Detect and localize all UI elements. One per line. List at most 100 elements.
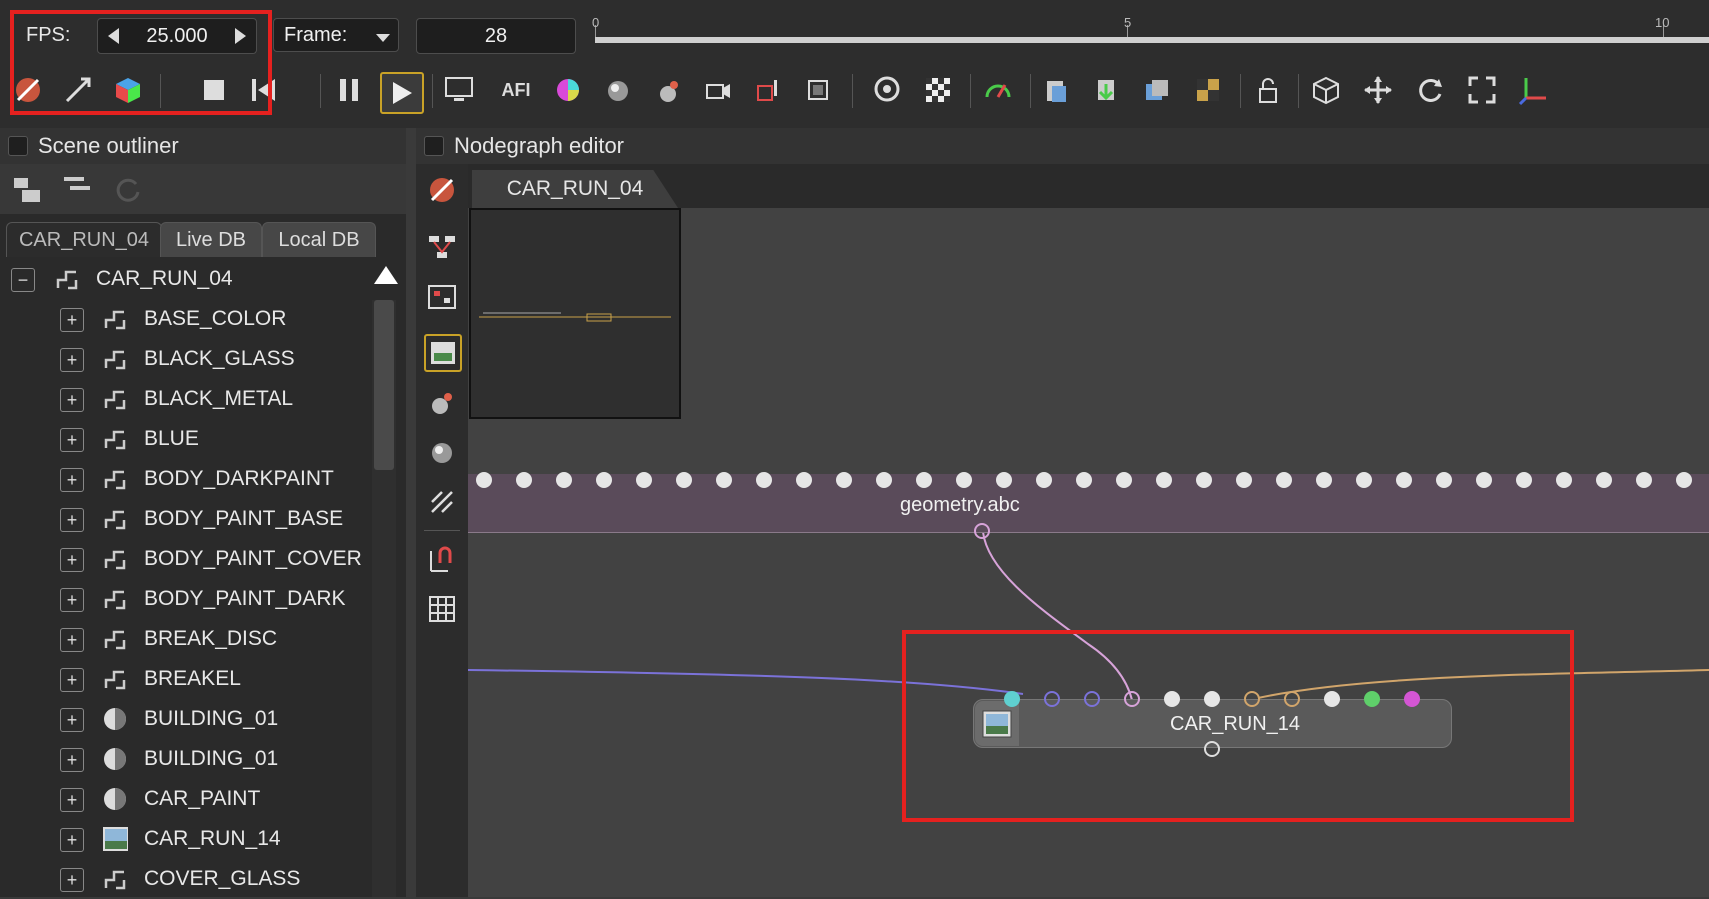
light-icon[interactable] xyxy=(652,74,684,106)
tree-item[interactable]: + CAR_PAINT xyxy=(0,779,380,819)
tab-live-db[interactable]: Live DB xyxy=(160,222,262,257)
timeline-slider[interactable]: 0 5 10 xyxy=(592,15,1709,43)
rotate-icon[interactable] xyxy=(1414,74,1446,106)
expand-icon[interactable]: + xyxy=(60,668,84,692)
geometry-input-pin[interactable] xyxy=(1596,472,1612,488)
geometry-input-pin[interactable] xyxy=(1316,472,1332,488)
tree-item[interactable]: + BASE_COLOR xyxy=(0,299,380,339)
geometry-input-pin[interactable] xyxy=(716,472,732,488)
expand-icon[interactable]: + xyxy=(60,588,84,612)
tree-item-label[interactable]: BLUE xyxy=(144,427,199,451)
nodegraph-minimap[interactable] xyxy=(469,208,681,419)
tree-item-label[interactable]: BODY_PAINT_COVER xyxy=(144,547,362,571)
geometry-input-pin[interactable] xyxy=(596,472,612,488)
geometry-input-pin[interactable] xyxy=(796,472,812,488)
geometry-input-pin[interactable] xyxy=(1116,472,1132,488)
tree-item[interactable]: + BODY_PAINT_COVER xyxy=(0,539,380,579)
tab-nodegraph-car-run-04[interactable]: CAR_RUN_04 xyxy=(472,170,678,208)
tree-item[interactable]: + BODY_PAINT_BASE xyxy=(0,499,380,539)
checkerboard-icon[interactable] xyxy=(922,74,954,106)
expand-icon[interactable]: + xyxy=(60,788,84,812)
frame-dropdown[interactable]: Frame: xyxy=(273,18,399,52)
geometry-input-pin[interactable] xyxy=(1156,472,1172,488)
geometry-output-pin[interactable] xyxy=(974,523,990,539)
material-sphere-icon[interactable] xyxy=(602,74,634,106)
refresh-icon[interactable] xyxy=(114,176,142,209)
scroll-up-icon[interactable] xyxy=(374,266,398,284)
frame-value[interactable]: 28 xyxy=(485,25,507,48)
tree-item-label[interactable]: BLACK_GLASS xyxy=(144,347,295,371)
tree-item-label[interactable]: BUILDING_01 xyxy=(144,707,278,731)
tree-item[interactable]: + BUILDING_01 xyxy=(0,739,380,779)
expand-icon[interactable]: + xyxy=(60,428,84,452)
tree-item-label[interactable]: CAR_RUN_14 xyxy=(144,827,281,851)
geometry-input-pin[interactable] xyxy=(1396,472,1412,488)
fullscreen-icon[interactable] xyxy=(1466,74,1498,106)
geometry-input-pin[interactable] xyxy=(1076,472,1092,488)
tree-item[interactable]: + CAR_RUN_14 xyxy=(0,819,380,859)
tab-car-run-04[interactable]: CAR_RUN_04 xyxy=(6,222,162,257)
geometry-input-pin[interactable] xyxy=(516,472,532,488)
object-layer-icon[interactable] xyxy=(752,74,784,106)
geometry-input-pin[interactable] xyxy=(1196,472,1212,488)
geometry-input-pin[interactable] xyxy=(1356,472,1372,488)
frame-input[interactable]: 28 xyxy=(416,18,576,54)
tree-item-label[interactable]: BODY_PAINT_BASE xyxy=(144,507,343,531)
geometry-input-pin[interactable] xyxy=(1436,472,1452,488)
tab-local-db[interactable]: Local DB xyxy=(262,222,376,257)
expand-icon[interactable]: + xyxy=(60,708,84,732)
scene-outliner-checkbox[interactable] xyxy=(8,136,28,156)
expand-icon[interactable]: + xyxy=(60,548,84,572)
tree-item-label[interactable]: BLACK_METAL xyxy=(144,387,293,411)
paste-icon[interactable] xyxy=(1040,74,1072,106)
preview-image-icon[interactable] xyxy=(1192,74,1224,106)
node-layout-icon[interactable] xyxy=(424,279,460,315)
geometry-input-pin[interactable] xyxy=(876,472,892,488)
expand-icon[interactable]: + xyxy=(60,508,84,532)
geometry-input-pin[interactable] xyxy=(1516,472,1532,488)
geometry-input-pin[interactable] xyxy=(996,472,1012,488)
expand-icon[interactable]: + xyxy=(60,348,84,372)
geometry-input-pin[interactable] xyxy=(756,472,772,488)
tree-root[interactable]: − CAR_RUN_04 xyxy=(0,259,380,299)
lock-icon[interactable] xyxy=(1252,74,1284,106)
transform-icon[interactable] xyxy=(802,74,834,106)
geometry-input-pin[interactable] xyxy=(1676,472,1692,488)
expand-icon[interactable]: + xyxy=(60,308,84,332)
tree-item[interactable]: + BLACK_METAL xyxy=(0,379,380,419)
import-icon[interactable] xyxy=(1090,74,1122,106)
scroll-thumb[interactable] xyxy=(374,300,394,470)
geometry-input-pin[interactable] xyxy=(916,472,932,488)
collapse-icon[interactable]: − xyxy=(11,268,35,292)
geometry-input-pin[interactable] xyxy=(1036,472,1052,488)
tree-item[interactable]: + BREAKEL xyxy=(0,659,380,699)
display-icon[interactable] xyxy=(443,74,475,106)
expand-icon[interactable]: + xyxy=(60,388,84,412)
tree-item-label[interactable]: COVER_GLASS xyxy=(144,867,300,891)
expand-icon[interactable]: + xyxy=(60,748,84,772)
tree-item[interactable]: + BLACK_GLASS xyxy=(0,339,380,379)
speed-gauge-icon[interactable] xyxy=(982,74,1014,106)
node-tree-icon[interactable] xyxy=(424,229,460,265)
geometry-input-pin[interactable] xyxy=(476,472,492,488)
material-sphere-icon[interactable] xyxy=(424,434,460,470)
tree-item[interactable]: + BREAK_DISC xyxy=(0,619,380,659)
geometry-input-pin[interactable] xyxy=(636,472,652,488)
tree-item[interactable]: + BLUE xyxy=(0,419,380,459)
geometry-input-pin[interactable] xyxy=(1636,472,1652,488)
tree-root-label[interactable]: CAR_RUN_04 xyxy=(96,267,233,291)
export-icon[interactable] xyxy=(1140,74,1172,106)
tree-item[interactable]: + COVER_GLASS xyxy=(0,859,380,899)
geometry-input-pin[interactable] xyxy=(956,472,972,488)
tree-item[interactable]: + BODY_DARKPAINT xyxy=(0,459,380,499)
collapse-all-icon[interactable] xyxy=(62,174,92,199)
render-region-icon[interactable] xyxy=(424,172,460,208)
environment-icon[interactable] xyxy=(424,484,460,520)
grid-icon[interactable] xyxy=(424,591,460,627)
light-icon[interactable] xyxy=(424,384,460,420)
geometry-input-pin[interactable] xyxy=(1476,472,1492,488)
camera-icon[interactable] xyxy=(702,74,734,106)
tree-item-label[interactable]: BREAKEL xyxy=(144,667,241,691)
render-settings-icon[interactable] xyxy=(872,74,904,106)
nodegraph-checkbox[interactable] xyxy=(424,136,444,156)
